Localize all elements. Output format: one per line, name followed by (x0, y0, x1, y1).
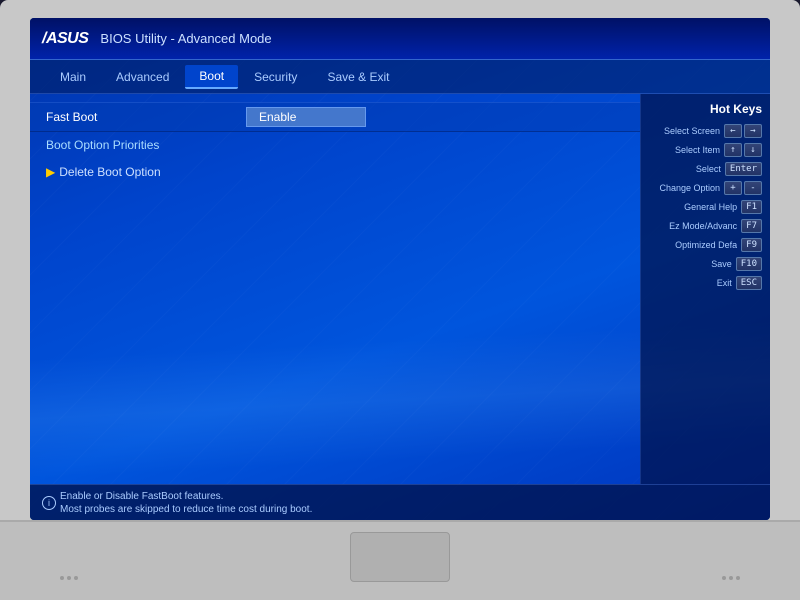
main-content: Fast Boot Enable Boot Option Priorities … (30, 94, 640, 484)
laptop-frame: /ASUS BIOS Utility - Advanced Mode Main … (0, 0, 800, 600)
hotkey-select-screen: Select Screen ← → (649, 124, 762, 138)
hotkey-select-item-desc: Select Item (649, 145, 720, 155)
hotkey-select-item-keys: ↑ ↓ (724, 143, 762, 157)
speaker-dot (722, 576, 726, 580)
content-area: Fast Boot Enable Boot Option Priorities … (30, 94, 770, 484)
hotkey-f9-desc: Optimized Defa (649, 240, 737, 250)
status-text: Enable or Disable FastBoot features. Mos… (60, 490, 312, 516)
speaker-right (722, 576, 740, 580)
key-up: ↑ (724, 143, 742, 157)
key-minus: - (744, 181, 762, 195)
key-f9: F9 (741, 238, 762, 252)
boot-option-priorities-header: Boot Option Priorities (30, 132, 640, 158)
speaker-dot (729, 576, 733, 580)
speaker-left (60, 576, 78, 580)
hotkey-f1: General Help F1 (649, 200, 762, 214)
key-f7: F7 (741, 219, 762, 233)
speaker-dot (67, 576, 71, 580)
delete-boot-option-label: Delete Boot Option (59, 165, 160, 179)
hotkey-f7-keys: F7 (741, 219, 762, 233)
hotkey-change-option-keys: + - (724, 181, 762, 195)
key-down: ↓ (744, 143, 762, 157)
tab-main[interactable]: Main (46, 66, 100, 88)
speaker-dot (60, 576, 64, 580)
hotkey-esc-keys: ESC (736, 276, 762, 290)
status-bar: i Enable or Disable FastBoot features. M… (30, 484, 770, 520)
screen-bezel: /ASUS BIOS Utility - Advanced Mode Main … (30, 18, 770, 520)
hotkey-f10-desc: Save (649, 259, 732, 269)
key-f1: F1 (741, 200, 762, 214)
key-left: ← (724, 124, 742, 138)
speaker-dot (736, 576, 740, 580)
tab-security[interactable]: Security (240, 66, 311, 88)
tab-advanced[interactable]: Advanced (102, 66, 183, 88)
key-f10: F10 (736, 257, 762, 271)
laptop-bottom-chassis (0, 520, 800, 600)
hotkey-change-option-desc: Change Option (649, 183, 720, 193)
header-bar: /ASUS BIOS Utility - Advanced Mode (30, 18, 770, 60)
info-icon: i (42, 496, 56, 510)
hotkeys-panel: Hot Keys Select Screen ← → Select Item (640, 94, 770, 484)
fast-boot-label: Fast Boot (46, 110, 246, 124)
key-right: → (744, 124, 762, 138)
hotkey-f7-desc: Ez Mode/Advanc (649, 221, 737, 231)
status-line2: Most probes are skipped to reduce time c… (60, 503, 312, 516)
hotkeys-title: Hot Keys (649, 102, 762, 116)
hotkey-esc: Exit ESC (649, 276, 762, 290)
hotkey-f10-keys: F10 (736, 257, 762, 271)
trackpad[interactable] (350, 532, 450, 582)
fast-boot-value[interactable]: Enable (246, 107, 366, 127)
key-esc: ESC (736, 276, 762, 290)
key-plus: + (724, 181, 742, 195)
hotkey-esc-desc: Exit (649, 278, 732, 288)
tab-boot[interactable]: Boot (185, 65, 238, 89)
arrow-icon: ▶ (46, 165, 55, 179)
hotkey-f7: Ez Mode/Advanc F7 (649, 219, 762, 233)
bios-screen: /ASUS BIOS Utility - Advanced Mode Main … (30, 18, 770, 520)
hotkey-f1-desc: General Help (649, 202, 737, 212)
bios-title: BIOS Utility - Advanced Mode (100, 31, 271, 46)
asus-logo: /ASUS (42, 30, 88, 48)
delete-boot-option-item[interactable]: ▶ Delete Boot Option (30, 158, 640, 186)
status-line1: Enable or Disable FastBoot features. (60, 490, 312, 503)
hotkey-select-item: Select Item ↑ ↓ (649, 143, 762, 157)
hotkey-f9: Optimized Defa F9 (649, 238, 762, 252)
hotkey-f10: Save F10 (649, 257, 762, 271)
hotkey-select: Select Enter (649, 162, 762, 176)
nav-bar: Main Advanced Boot Security Save & Exit (30, 60, 770, 94)
hotkey-f9-keys: F9 (741, 238, 762, 252)
hotkey-select-screen-desc: Select Screen (649, 126, 720, 136)
tab-save-exit[interactable]: Save & Exit (313, 66, 403, 88)
hotkey-f1-keys: F1 (741, 200, 762, 214)
hotkey-change-option: Change Option + - (649, 181, 762, 195)
fast-boot-row[interactable]: Fast Boot Enable (30, 102, 640, 132)
hotkey-select-desc: Select (649, 164, 721, 174)
hotkey-select-screen-keys: ← → (724, 124, 762, 138)
key-enter: Enter (725, 162, 762, 176)
hotkey-select-keys: Enter (725, 162, 762, 176)
speaker-dot (74, 576, 78, 580)
